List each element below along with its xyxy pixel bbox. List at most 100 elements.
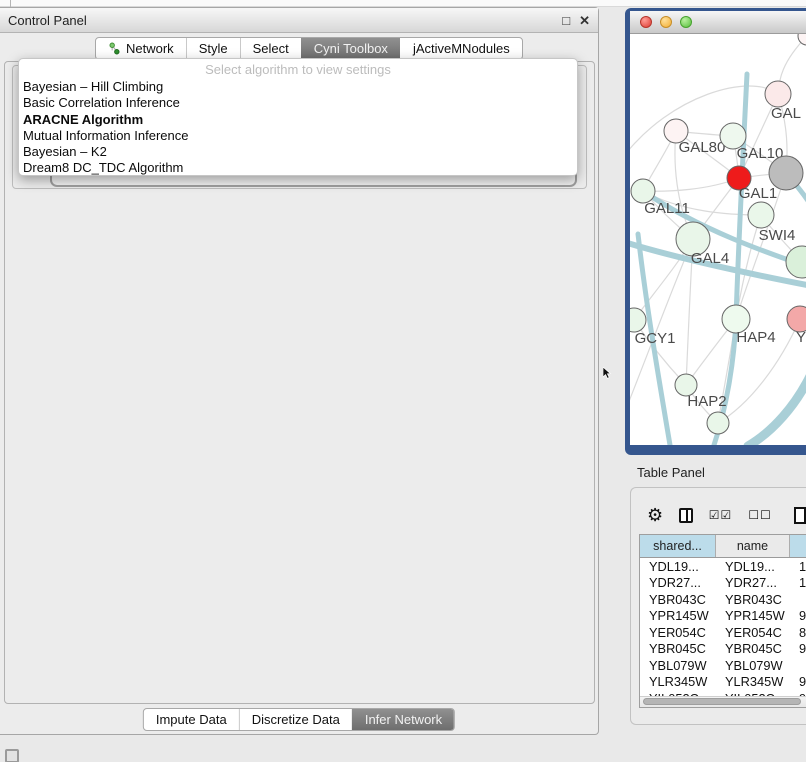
node-label-hap2: HAP2 <box>687 393 726 410</box>
table-cell: YDR27... <box>640 575 716 590</box>
tab-label: Cyni Toolbox <box>314 41 388 56</box>
table-row[interactable]: YDR27...YDR27...12 <box>640 575 806 592</box>
table-cell: 9. <box>790 674 806 689</box>
tab-jactivemnodules[interactable]: jActiveMNodules <box>400 38 522 59</box>
table-row[interactable]: YLR345WYLR345W9. <box>640 674 806 691</box>
network-node[interactable] <box>786 246 806 278</box>
node-label-gal1: GAL1 <box>739 185 777 202</box>
table-cell: YDR27... <box>716 575 790 590</box>
node-label-y: Y <box>796 329 806 346</box>
dropdown-item-dream8-dc-tdc-algorithm[interactable]: Dream8 DC_TDC Algorithm <box>19 160 577 176</box>
table-cell: YDL19... <box>716 559 790 574</box>
column-header-shared[interactable]: shared... <box>640 535 716 557</box>
network-canvas[interactable]: GALGAL80GAL10GAL1GAL11SWI4GAL4GCY1HAP4YH… <box>630 34 806 445</box>
tab-label: Network <box>126 41 174 56</box>
dropdown-item-basic-correlation-inference[interactable]: Basic Correlation Inference <box>19 95 577 111</box>
deselect-columns-icon[interactable]: ☐☐ <box>748 508 772 522</box>
table-row[interactable]: YBR045CYBR045C9. <box>640 641 806 658</box>
minimized-panel-icon[interactable] <box>5 749 19 762</box>
zoom-traffic-light-icon[interactable] <box>680 16 692 28</box>
tab-discretize-data[interactable]: Discretize Data <box>239 709 352 730</box>
mouse-cursor <box>603 367 612 379</box>
minimize-traffic-light-icon[interactable] <box>660 16 672 28</box>
tab-label: Impute Data <box>156 712 227 727</box>
table-row[interactable]: YBL079WYBL079W <box>640 657 806 674</box>
table-cell: YPR145W <box>716 608 790 623</box>
close-icon[interactable]: ✕ <box>579 14 590 27</box>
network-view-window: GALGAL80GAL10GAL1GAL11SWI4GAL4GCY1HAP4YH… <box>625 8 806 455</box>
gear-icon[interactable]: ⚙ <box>647 505 663 526</box>
table-cell: YER054C <box>716 625 790 640</box>
table-row[interactable]: YPR145WYPR145W9. <box>640 608 806 625</box>
table-cell: YPR145W <box>640 608 716 623</box>
dropdown-item-bayesian-k2[interactable]: Bayesian – K2 <box>19 144 577 160</box>
tab-label: Infer Network <box>365 712 442 727</box>
top-strip <box>0 0 806 7</box>
table-cell: YLR345W <box>640 674 716 689</box>
table-cell: YBR045C <box>716 641 790 656</box>
network-node-gal[interactable] <box>765 81 791 107</box>
table-cell: 9. <box>790 608 806 623</box>
algorithm-dropdown-hint: Select algorithm to view settings <box>19 62 577 79</box>
algorithm-dropdown-list: Bayesian – Hill ClimbingBasic Correlatio… <box>19 79 577 177</box>
table-horizontal-scrollbar[interactable] <box>640 696 806 707</box>
network-icon <box>108 42 121 55</box>
tab-infer-network[interactable]: Infer Network <box>352 709 454 730</box>
tab-network[interactable]: Network <box>96 38 186 59</box>
column-header-name[interactable]: name <box>716 535 790 557</box>
node-label-gcy1: GCY1 <box>635 330 676 347</box>
table-cell: YLR345W <box>716 674 790 689</box>
table-row[interactable]: YER054CYER054C8. <box>640 624 806 641</box>
cyni-mode-tab-bar: Impute Data Discretize Data Infer Network <box>143 708 455 731</box>
network-graph: GALGAL80GAL10GAL1GAL11SWI4GAL4GCY1HAP4YH… <box>630 34 806 445</box>
tab-label: Style <box>199 41 228 56</box>
network-node-swi4[interactable] <box>748 202 774 228</box>
table-cell: 13 <box>790 559 806 574</box>
table-cell: YBL079W <box>640 658 716 673</box>
dropdown-item-mutual-information-inference[interactable]: Mutual Information Inference <box>19 128 577 144</box>
table-row[interactable]: YBR043CYBR043C <box>640 591 806 608</box>
network-node[interactable] <box>769 156 803 190</box>
network-window-titlebar[interactable] <box>630 11 806 34</box>
node-table: shared...name YDL19...YDL19...13YDR27...… <box>639 534 806 708</box>
network-node-gcy1[interactable] <box>630 308 646 332</box>
tab-style[interactable]: Style <box>186 38 240 59</box>
control-panel-titlebar: Control Panel □ ✕ <box>0 8 598 33</box>
column-header-partial[interactable] <box>790 535 806 557</box>
network-node[interactable] <box>798 34 806 45</box>
tab-select[interactable]: Select <box>240 38 301 59</box>
table-cell: YBR045C <box>640 641 716 656</box>
float-icon[interactable]: □ <box>562 14 570 27</box>
node-label-gal4: GAL4 <box>691 250 729 267</box>
table-rows: YDL19...YDL19...13YDR27...YDR27...12YBR0… <box>640 558 806 707</box>
tab-label: jActiveMNodules <box>413 41 510 56</box>
columns-icon[interactable] <box>679 508 693 523</box>
close-traffic-light-icon[interactable] <box>640 16 652 28</box>
dropdown-item-bayesian-hill-climbing[interactable]: Bayesian – Hill Climbing <box>19 79 577 95</box>
network-edge <box>643 178 739 191</box>
dropdown-item-aracne-algorithm[interactable]: ARACNE Algorithm <box>19 112 577 128</box>
tab-cyni-toolbox[interactable]: Cyni Toolbox <box>301 38 400 59</box>
table-cell: YER054C <box>640 625 716 640</box>
algorithm-dropdown[interactable]: Select algorithm to view settings Bayesi… <box>18 58 578 176</box>
table-cell: 12 <box>790 575 806 590</box>
node-label-gal11: GAL11 <box>644 200 690 217</box>
node-label-gal80: GAL80 <box>679 139 726 156</box>
network-edge <box>748 372 806 445</box>
table-row[interactable]: YDL19...YDL19...13 <box>640 558 806 575</box>
node-label-swi4: SWI4 <box>759 227 796 244</box>
panel-title: Control Panel <box>8 13 87 28</box>
tab-impute-data[interactable]: Impute Data <box>144 709 239 730</box>
panel-tab-bar: Network Style Select Cyni Toolbox jActiveMNo… <box>95 37 523 60</box>
network-node[interactable] <box>707 412 729 434</box>
node-label-gal: GAL <box>771 105 801 122</box>
table-toolbar: ⚙ ☑☑ ☐☐ <box>639 498 806 532</box>
new-table-icon[interactable] <box>794 507 806 524</box>
table-cell: YBR043C <box>640 592 716 607</box>
table-cell: 9. <box>790 641 806 656</box>
table-cell: 8. <box>790 625 806 640</box>
tab-label: Select <box>253 41 289 56</box>
select-columns-icon[interactable]: ☑☑ <box>709 508 733 522</box>
node-label-hap4: HAP4 <box>736 329 775 346</box>
control-panel-window: Control Panel □ ✕ Network Style Select Cyni… <box>0 7 599 735</box>
